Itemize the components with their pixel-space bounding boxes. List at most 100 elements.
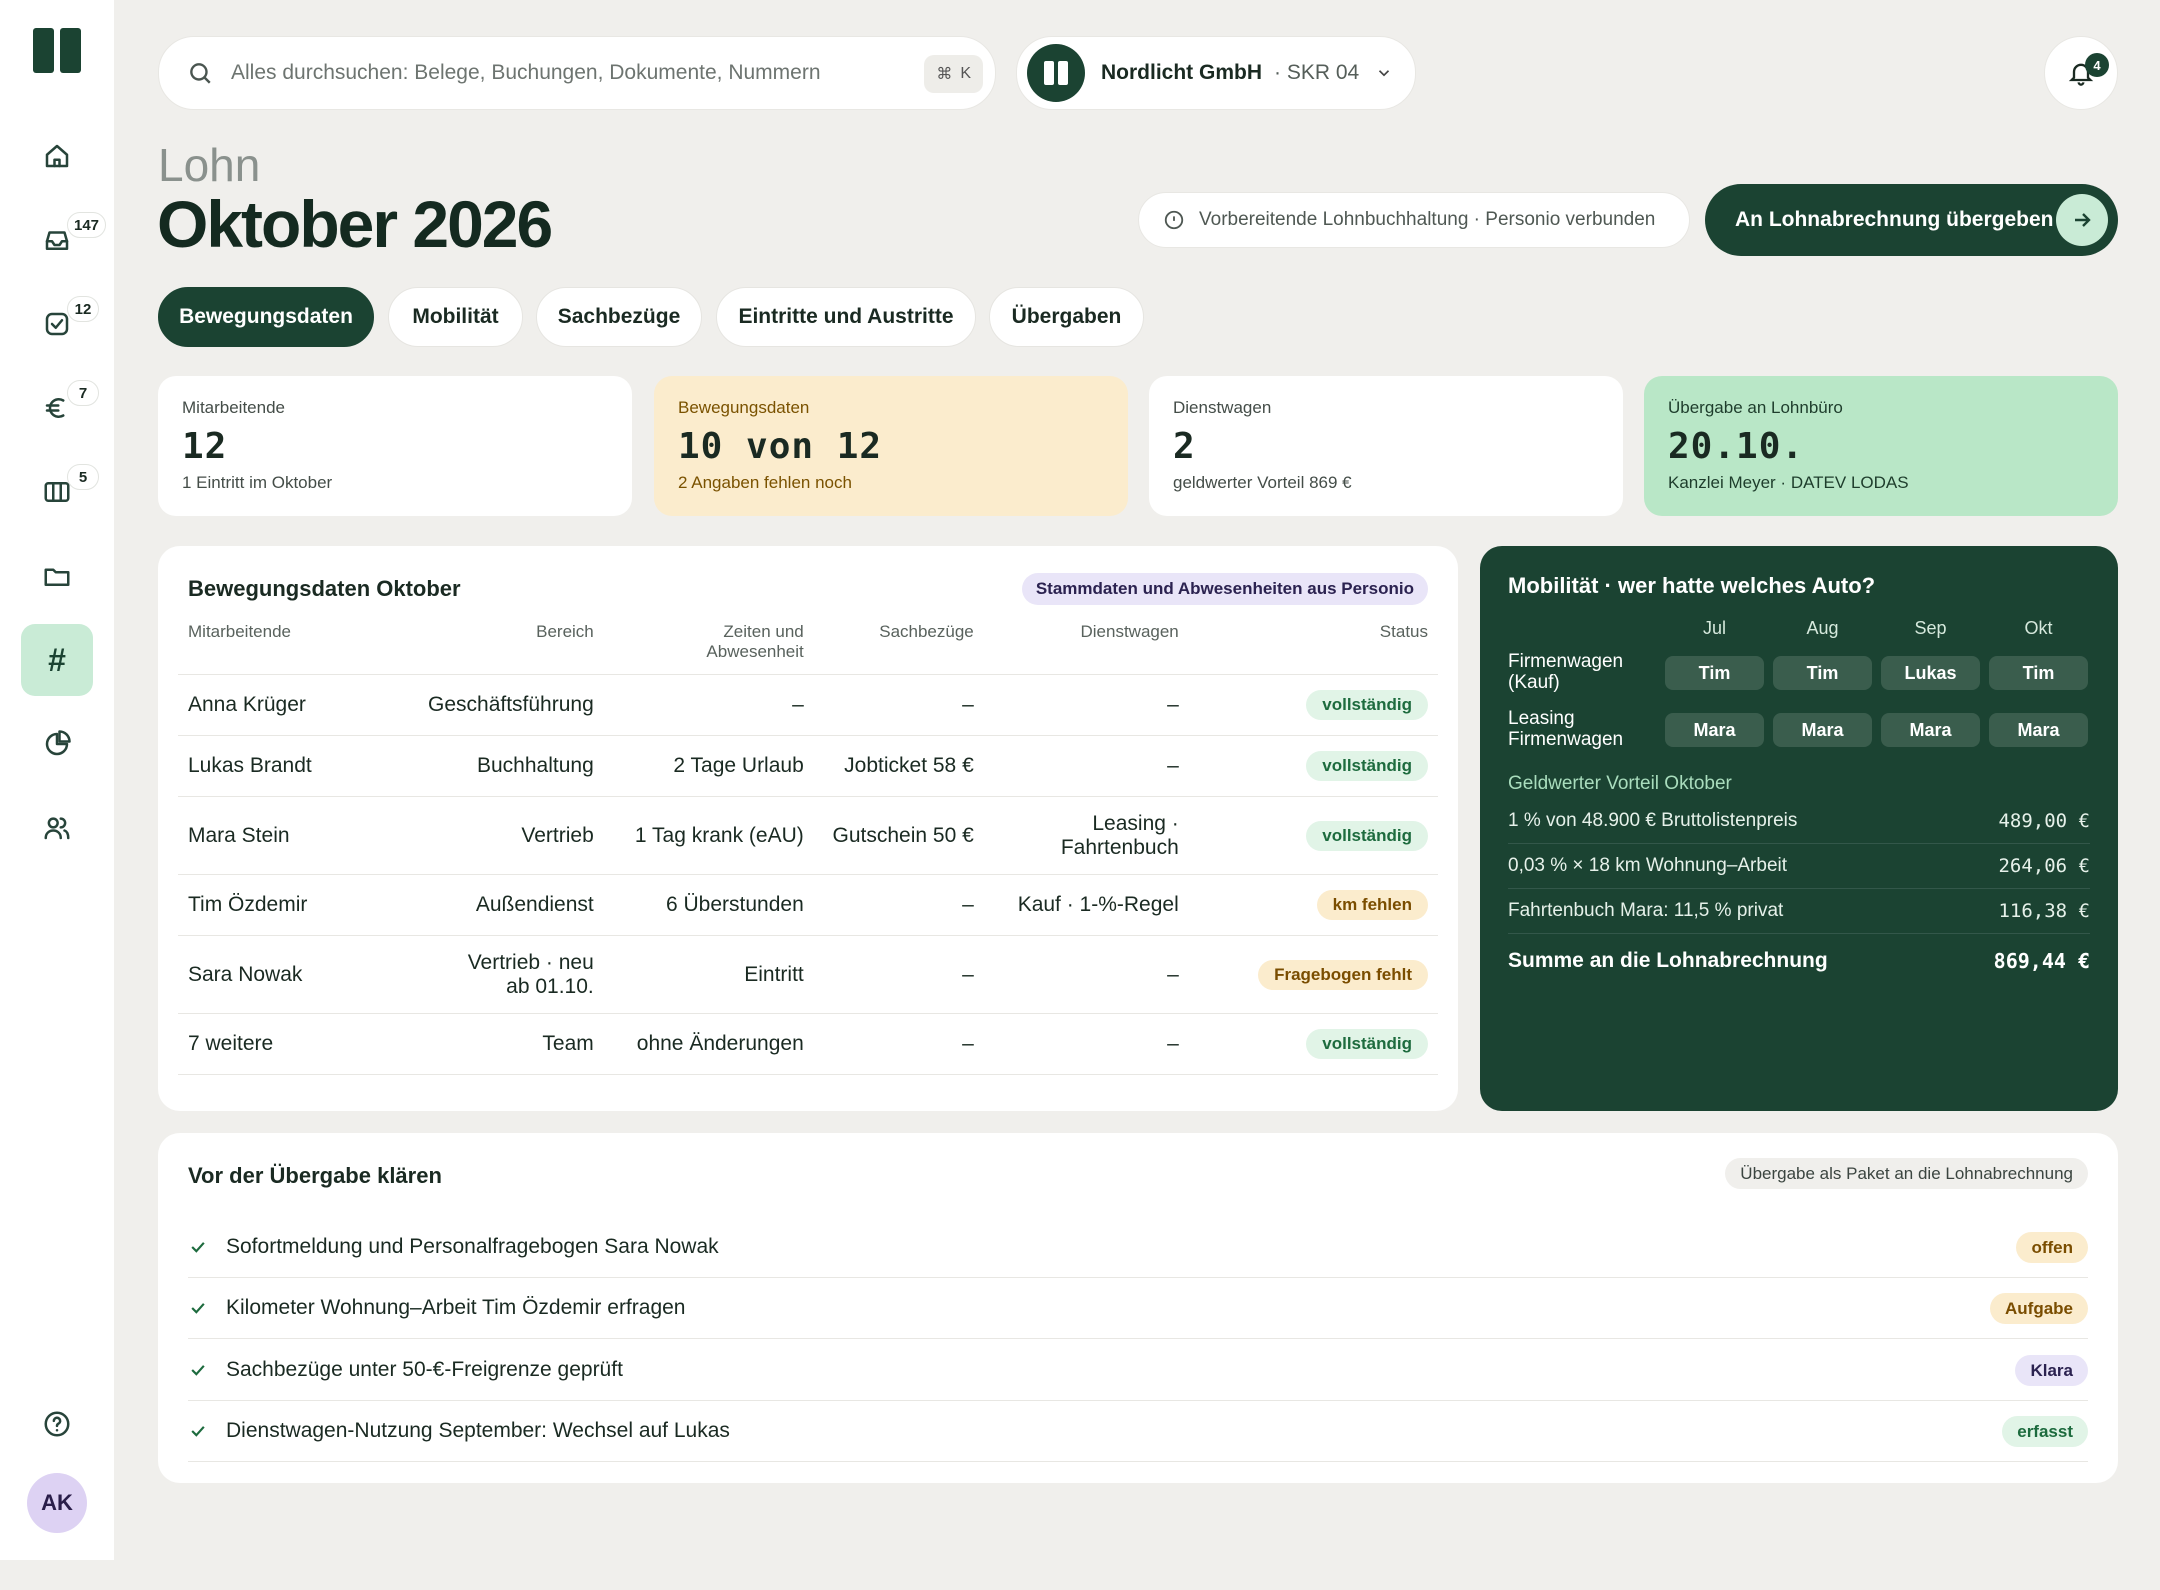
checklist-tag: offen: [2016, 1232, 2088, 1263]
cell-company-car: Leasing · Fahrtenbuch: [983, 796, 1189, 875]
handover-button[interactable]: An Lohnabrechnung übergeben: [1705, 184, 2118, 256]
company-name: Nordlicht GmbH: [1101, 61, 1262, 84]
month-header: Okt: [2024, 618, 2053, 638]
card-value: 10 von 12: [678, 426, 883, 467]
driver-chip[interactable]: Lukas: [1881, 656, 1980, 690]
check-icon: [191, 1303, 205, 1314]
checklist-tag: Aufgabe: [1990, 1293, 2088, 1324]
sidebar-item-inbox[interactable]: 147: [21, 204, 107, 276]
check-icon: [191, 1426, 205, 1437]
tab-mobilitaet[interactable]: Mobilität: [388, 287, 523, 347]
driver-chip[interactable]: Mara: [1665, 713, 1764, 747]
source-tag: Stammdaten und Abwesenheiten aus Personi…: [1021, 573, 1428, 605]
benefit-sum-row: Summe an die Lohnabrechnung 869,44 €: [1508, 938, 2090, 983]
checklist-item[interactable]: Sachbezüge unter 50-€-Freigrenze geprüft…: [188, 1340, 2088, 1401]
table-row[interactable]: Mara Stein Vertrieb 1 Tag krank (eAU) Gu…: [178, 796, 1438, 875]
tab-uebergaben[interactable]: Übergaben: [989, 287, 1144, 347]
cell-company-car: –: [983, 735, 1189, 797]
sum-label: Summe an die Lohnabrechnung: [1508, 948, 1828, 972]
folder-icon[interactable]: [21, 540, 93, 612]
users-icon[interactable]: [21, 792, 93, 864]
notifications-button[interactable]: 4: [2044, 36, 2118, 110]
kpi-card-employees[interactable]: Mitarbeitende 12 1 Eintritt im Oktober: [158, 376, 632, 516]
kpi-card-company-cars[interactable]: Dienstwagen 2 geldwerter Vorteil 869 €: [1149, 376, 1623, 516]
sidebar-item-tasks[interactable]: 12: [21, 288, 99, 360]
cell-times: 2 Tage Urlaub: [603, 735, 814, 797]
app-logo[interactable]: [33, 28, 81, 73]
panel-title: Mobilität · wer hatte welches Auto?: [1508, 573, 1876, 598]
tab-sachbezuege[interactable]: Sachbezüge: [536, 287, 702, 347]
checklist-item[interactable]: Dienstwagen-Nutzung September: Wechsel a…: [188, 1401, 2088, 1462]
search-bar[interactable]: ⌘ K: [158, 36, 996, 110]
avatar[interactable]: AK: [27, 1473, 87, 1533]
cell-status: vollständig: [1188, 674, 1438, 736]
card-label: Mitarbeitende: [182, 398, 286, 417]
shortcut-hint: ⌘ K: [924, 55, 983, 93]
search-input[interactable]: [231, 61, 881, 85]
command-key-icon: ⌘: [936, 66, 953, 83]
card-value: 2: [1173, 426, 1196, 467]
chevron-down-icon: [1379, 70, 1390, 77]
cell-benefits: –: [813, 874, 984, 936]
sidebar-item-columns[interactable]: 5: [21, 456, 99, 528]
panel-title: Vor der Übergabe klären: [188, 1163, 442, 1188]
company-switcher[interactable]: Nordlicht GmbH · SKR 04: [1016, 36, 1416, 110]
card-sub: 2 Angaben fehlen noch: [678, 473, 852, 492]
driver-chip[interactable]: Tim: [1665, 656, 1764, 690]
driver-chip[interactable]: Mara: [1989, 713, 2088, 747]
sidebar-item-payroll[interactable]: #: [21, 624, 93, 696]
card-sub: Kanzlei Meyer · DATEV LODAS: [1668, 473, 1909, 492]
table-row[interactable]: Lukas Brandt Buchhaltung 2 Tage Urlaub J…: [178, 735, 1438, 797]
tab-eintritte-austritte[interactable]: Eintritte und Austritte: [716, 287, 976, 347]
kpi-card-movement-data[interactable]: Bewegungsdaten 10 von 12 2 Angaben fehle…: [654, 376, 1128, 516]
driver-chip[interactable]: Mara: [1773, 713, 1872, 747]
driver-chip[interactable]: Tim: [1773, 656, 1872, 690]
benefit-label: Fahrtenbuch Mara: 11,5 % privat: [1508, 900, 1784, 921]
help-icon[interactable]: [21, 1388, 93, 1460]
benefit-label: 0,03 % × 18 km Wohnung–Arbeit: [1508, 855, 1788, 876]
driver-chip[interactable]: Mara: [1881, 713, 1980, 747]
card-value: 20.10.: [1668, 426, 1805, 467]
search-icon: [190, 63, 211, 84]
cell-employee: Sara Nowak: [178, 935, 418, 1014]
car-label: Firmenwagen (Kauf): [1508, 651, 1624, 693]
driver-chip[interactable]: Tim: [1989, 656, 2088, 690]
cell-benefits: –: [813, 674, 984, 736]
checklist-text: Sofortmeldung und Personalfragebogen Sar…: [226, 1235, 719, 1258]
finance-badge: 7: [67, 380, 99, 406]
car-label: Leasing Firmenwagen: [1508, 708, 1624, 750]
breadcrumb[interactable]: Lohn: [158, 138, 260, 192]
cell-status: km fehlen: [1188, 874, 1438, 936]
table-row[interactable]: Anna Krüger Geschäftsführung – – – volls…: [178, 674, 1438, 736]
table-row[interactable]: Tim Özdemir Außendienst 6 Überstunden – …: [178, 874, 1438, 936]
cell-employee: Lukas Brandt: [178, 735, 418, 797]
clarify-panel: Vor der Übergabe klären Übergabe als Pak…: [158, 1133, 2118, 1483]
package-tag[interactable]: Übergabe als Paket an die Lohnabrechnung: [1725, 1158, 2088, 1189]
checklist-item[interactable]: Sofortmeldung und Personalfragebogen Sar…: [188, 1217, 2088, 1278]
card-sub: 1 Eintritt im Oktober: [182, 473, 333, 492]
info-banner: Vorbereitende Lohnbuchhaltung · Personio…: [1138, 192, 1690, 248]
column-header: Dienstwagen: [1080, 622, 1179, 641]
home-icon[interactable]: [21, 120, 93, 192]
cell-times: 6 Überstunden: [603, 874, 814, 936]
cell-times: 1 Tag krank (eAU): [603, 796, 814, 875]
pie-chart-icon[interactable]: [21, 708, 93, 780]
cell-area: Buchhaltung: [418, 735, 604, 797]
cell-company-car: Kauf · 1-%-Regel: [983, 874, 1189, 936]
cell-status: vollständig: [1188, 796, 1438, 875]
benefit-row: Fahrtenbuch Mara: 11,5 % privat 116,38 €: [1508, 889, 2090, 934]
benefit-row: 0,03 % × 18 km Wohnung–Arbeit 264,06 €: [1508, 844, 2090, 889]
cell-area: Vertrieb: [418, 796, 604, 875]
sidebar-item-finance[interactable]: 7: [21, 372, 99, 444]
benefit-amount: 116,38 €: [1998, 900, 2090, 922]
chart-of-accounts: · SKR 04: [1274, 61, 1360, 84]
kpi-card-handover[interactable]: Übergabe an Lohnbüro 20.10. Kanzlei Meye…: [1644, 376, 2118, 516]
table-row[interactable]: Sara Nowak Vertrieb · neu ab 01.10. Eint…: [178, 935, 1438, 1014]
shortcut-key: K: [960, 65, 971, 82]
page-title: Oktober 2026: [157, 187, 553, 261]
movement-data-panel: Bewegungsdaten Oktober Stammdaten und Ab…: [158, 546, 1458, 1111]
tab-bewegungsdaten[interactable]: Bewegungsdaten: [158, 287, 374, 347]
table-row[interactable]: 7 weitere Team ohne Änderungen – – volls…: [178, 1013, 1438, 1075]
status-badge: vollständig: [1306, 690, 1428, 720]
checklist-item[interactable]: Kilometer Wohnung–Arbeit Tim Özdemir erf…: [188, 1278, 2088, 1339]
